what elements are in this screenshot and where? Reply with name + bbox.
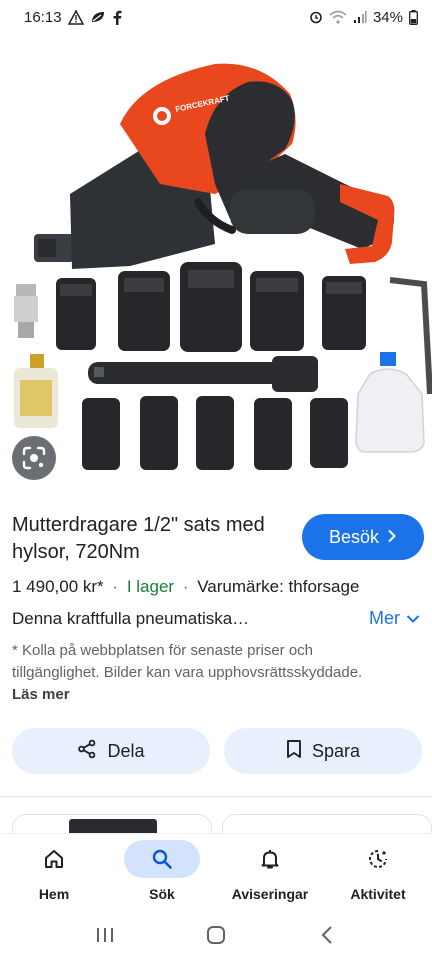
visit-button[interactable]: Besök <box>302 514 424 560</box>
google-lens-icon[interactable] <box>12 436 56 480</box>
status-bar: 16:13 34% <box>0 0 432 34</box>
product-title: Mutterdragare 1/2" sats med hylsor, 720N… <box>12 514 265 563</box>
search-icon <box>124 840 200 878</box>
nav-label: Aktivitet <box>350 886 406 902</box>
more-label: Mer <box>369 608 400 628</box>
separator: · <box>182 577 189 596</box>
nav-label: Sök <box>149 886 175 902</box>
status-time: 16:13 <box>24 8 62 26</box>
wifi-icon <box>329 10 347 24</box>
availability: I lager <box>126 577 175 596</box>
price: 1 490,00 kr* <box>12 577 104 596</box>
disclaimer: * Kolla på webbplatsen för senaste prise… <box>12 640 392 706</box>
leaf-icon <box>90 10 106 24</box>
nav-item-notifications[interactable]: Aviseringar <box>220 840 320 902</box>
battery-percent: 34% <box>372 8 403 26</box>
chevron-down-icon <box>406 608 420 629</box>
bottom-navigation: Hem Sök Aviseringar Aktivitet <box>0 834 432 910</box>
save-button[interactable]: Spara <box>224 728 422 774</box>
inline-oiler <box>14 354 58 428</box>
nav-label: Aviseringar <box>231 886 309 902</box>
brand-text: Varumärke: thforsage <box>197 577 360 596</box>
bookmark-icon <box>286 739 302 764</box>
divider <box>0 796 432 797</box>
socket-row-bottom <box>82 396 348 470</box>
separator: · <box>112 577 119 596</box>
visit-button-label: Besök <box>328 526 380 547</box>
chevron-right-icon <box>387 527 397 548</box>
read-more-link[interactable]: Läs mer <box>12 686 70 703</box>
description-row: Denna kraftfulla pneumatiska… Mer <box>12 608 420 629</box>
description: Denna kraftfulla pneumatiska… <box>12 608 250 628</box>
impact-wrench: FORCEKRAFT <box>34 63 395 269</box>
socket-row-top <box>56 262 366 352</box>
system-navigation <box>0 910 432 960</box>
more-button[interactable]: Mer <box>369 608 420 629</box>
alarm-icon <box>309 10 323 24</box>
nav-item-home[interactable]: Hem <box>4 840 104 902</box>
price-row: 1 490,00 kr* · I lager · Varumärke: thfo… <box>12 577 359 597</box>
nav-item-search[interactable]: Sök <box>112 840 212 902</box>
nav-label: Hem <box>38 886 70 902</box>
home-icon <box>16 840 92 878</box>
air-fitting <box>14 284 38 338</box>
status-left: 16:13 <box>24 9 122 26</box>
share-icon <box>77 739 97 764</box>
activity-icon <box>340 840 416 878</box>
status-right: 34% <box>309 9 418 26</box>
extension-bar <box>88 356 318 392</box>
battery-icon <box>409 9 418 25</box>
share-button[interactable]: Dela <box>12 728 210 774</box>
oil-bottle <box>355 352 425 453</box>
signal-icon <box>353 10 367 24</box>
nav-item-activity[interactable]: Aktivitet <box>328 840 428 902</box>
facebook-icon <box>112 10 122 25</box>
product-image[interactable]: FORCEKRAFT <box>0 34 432 486</box>
recent-apps-icon[interactable] <box>85 915 125 955</box>
disclaimer-text: * Kolla på webbplatsen för senaste prise… <box>12 642 363 681</box>
product-header: Mutterdragare 1/2" sats med hylsor, 720N… <box>12 512 424 566</box>
impact-wrench-set-illustration: FORCEKRAFT <box>14 63 432 470</box>
save-label: Spara <box>311 740 361 761</box>
warning-icon <box>67 9 84 25</box>
share-label: Dela <box>107 740 145 761</box>
bell-icon <box>232 840 308 878</box>
back-icon[interactable] <box>307 915 347 955</box>
home-button-icon[interactable] <box>196 915 236 955</box>
